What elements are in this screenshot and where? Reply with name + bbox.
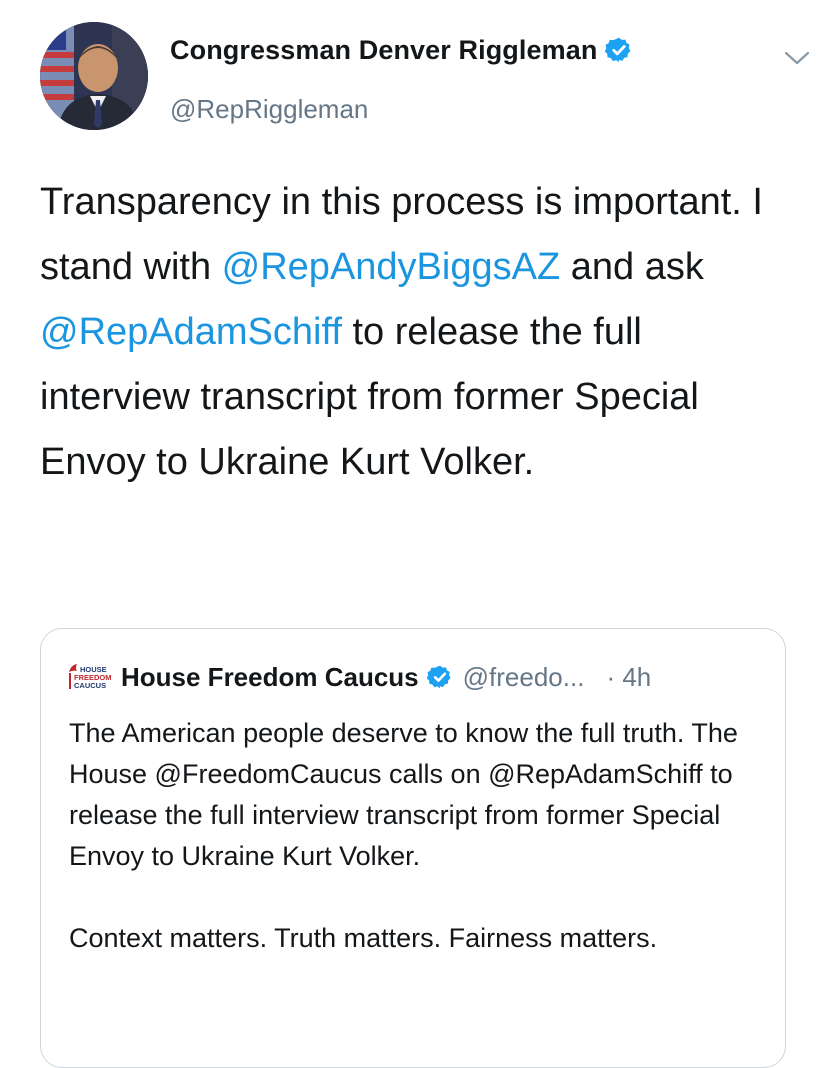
mention-link[interactable]: @RepAndyBiggsAZ <box>222 246 561 288</box>
house-freedom-caucus-logo: HOUSE FREEDOM CAUCUS <box>69 664 112 690</box>
quoted-tweet-card[interactable]: HOUSE FREEDOM CAUCUS House Freedom Caucu… <box>40 628 786 1068</box>
quoted-tweet-header: HOUSE FREEDOM CAUCUS House Freedom Caucu… <box>67 659 651 695</box>
tweet-text: Transparency in this process is importan… <box>40 170 800 495</box>
quoted-tweet-text: The American people deserve to know the … <box>69 713 769 959</box>
mention-link[interactable]: @RepAdamSchiff <box>40 311 342 353</box>
svg-text:CAUCUS: CAUCUS <box>74 681 106 690</box>
chevron-down-icon[interactable] <box>782 48 812 68</box>
quoted-paragraph: Context matters. Truth matters. Fairness… <box>69 923 658 953</box>
quoted-paragraph: The American people deserve to know the … <box>69 718 738 871</box>
author-handle[interactable]: @RepRiggleman <box>170 94 368 125</box>
tweet-header: Congressman Denver Riggleman @RepRigglem… <box>40 22 810 132</box>
quoted-timestamp[interactable]: · 4h <box>606 662 651 693</box>
quoted-handle[interactable]: @freedo... <box>463 662 585 693</box>
author-display-name[interactable]: Congressman Denver Riggleman <box>170 35 597 66</box>
avatar-photo <box>40 22 148 130</box>
author-name-row: Congressman Denver Riggleman <box>170 32 633 68</box>
verified-badge-icon <box>426 665 451 689</box>
quoted-display-name[interactable]: House Freedom Caucus <box>121 662 419 693</box>
verified-badge-icon <box>605 37 631 63</box>
tweet-text-part: and ask <box>560 246 704 288</box>
author-avatar[interactable] <box>40 22 148 130</box>
